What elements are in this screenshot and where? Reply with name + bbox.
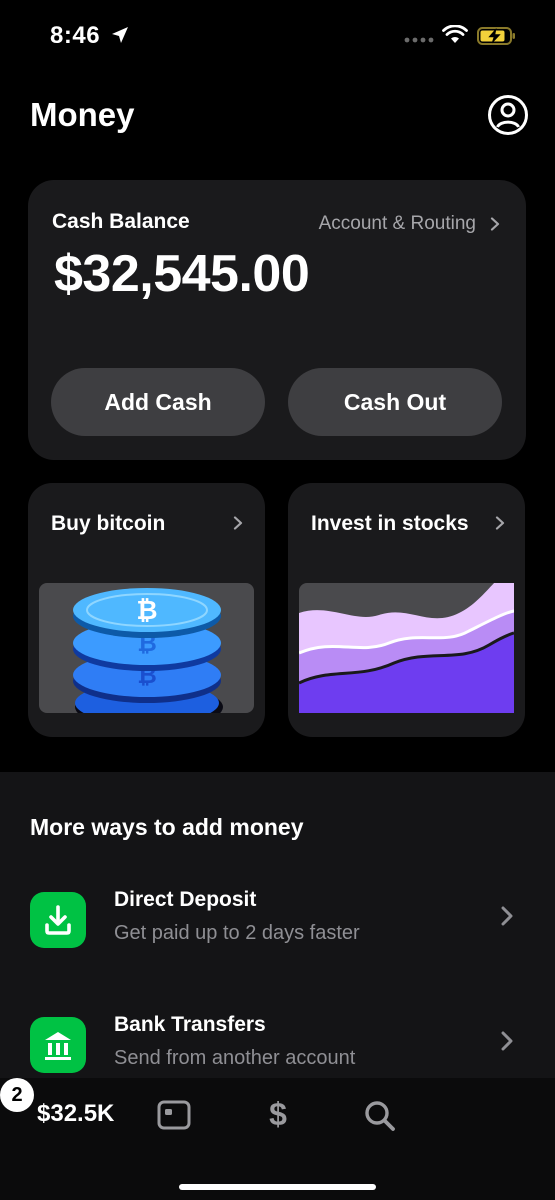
- bank-transfers-item[interactable]: Bank Transfers Send from another account: [0, 1007, 555, 1087]
- nav-balance-tab[interactable]: $32.5K: [37, 1100, 114, 1128]
- buy-bitcoin-title: Buy bitcoin: [51, 512, 166, 535]
- cash-balance-amount: $32,545.00: [54, 245, 310, 303]
- chevron-right-icon: [501, 1031, 513, 1051]
- more-ways-section: More ways to add money Direct Deposit Ge…: [0, 772, 555, 1082]
- bitcoin-coins-illustration: ₿ ₿ ₿: [39, 583, 254, 713]
- chevron-right-icon: [490, 217, 500, 231]
- direct-deposit-item[interactable]: Direct Deposit Get paid up to 2 days fas…: [0, 882, 555, 962]
- bottom-nav: $32.5K $ 2: [0, 1078, 555, 1200]
- status-time: 8:46: [50, 22, 101, 49]
- cash-balance-label: Cash Balance: [52, 210, 190, 233]
- invest-stocks-title: Invest in stocks: [311, 512, 469, 535]
- dollar-icon[interactable]: $: [264, 1096, 292, 1132]
- direct-deposit-title: Direct Deposit: [114, 888, 257, 911]
- stocks-chart-illustration: [299, 583, 514, 713]
- page-title: Money: [30, 96, 135, 133]
- bank-transfers-subtitle: Send from another account: [114, 1047, 356, 1069]
- cash-balance-card: Cash Balance Account & Routing $32,545.0…: [28, 180, 526, 460]
- home-indicator: [179, 1184, 376, 1190]
- direct-deposit-subtitle: Get paid up to 2 days faster: [114, 922, 360, 944]
- chevron-right-icon: [495, 516, 505, 530]
- bank-transfers-title: Bank Transfers: [114, 1013, 266, 1036]
- wifi-icon: [442, 25, 468, 43]
- account-routing-label: Account & Routing: [318, 213, 476, 234]
- card-icon[interactable]: [157, 1100, 191, 1130]
- chevron-right-icon: [233, 516, 243, 530]
- cellular-signal-icon: [404, 37, 434, 43]
- search-icon[interactable]: [364, 1100, 396, 1132]
- invest-stocks-tile[interactable]: Invest in stocks: [288, 483, 525, 737]
- svg-text:₿: ₿: [136, 596, 157, 626]
- bank-icon: [30, 1017, 86, 1073]
- account-routing-link[interactable]: Account & Routing: [319, 213, 500, 235]
- add-cash-button[interactable]: Add Cash: [51, 368, 265, 436]
- profile-icon[interactable]: [487, 94, 529, 136]
- cash-out-button[interactable]: Cash Out: [288, 368, 502, 436]
- more-ways-title: More ways to add money: [30, 814, 304, 840]
- activity-badge-tab[interactable]: 2: [0, 1078, 34, 1112]
- location-arrow-icon: [112, 27, 128, 43]
- chevron-right-icon: [501, 906, 513, 926]
- battery-charging-icon: [477, 27, 515, 45]
- buy-bitcoin-tile[interactable]: Buy bitcoin ₿ ₿ ₿: [28, 483, 265, 737]
- download-icon: [30, 892, 86, 948]
- status-bar: 8:46: [0, 0, 555, 72]
